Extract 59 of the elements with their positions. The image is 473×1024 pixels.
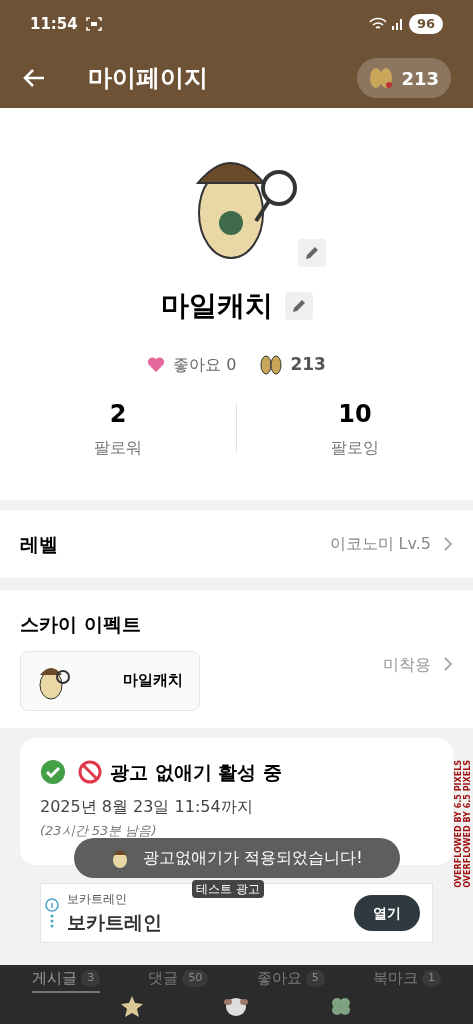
tab-label: 북마크 — [372, 968, 418, 990]
puppy-icon[interactable] — [223, 995, 250, 1017]
tab-label: 게시글 — [32, 968, 78, 990]
ad-headline: 보카트레인 — [67, 909, 162, 935]
peanut-icon — [369, 67, 394, 89]
stat-label[interactable]: 팔로잉 — [331, 435, 379, 460]
chevron-right-icon — [443, 536, 453, 552]
tab[interactable]: 좋아요 5 — [256, 967, 325, 993]
check-circle-icon — [40, 759, 66, 786]
screenshot-icon — [85, 17, 102, 31]
points-count: 213 — [290, 353, 326, 376]
debug-overflow-label: OVERFLOWED BY 6.5 PIXELS — [453, 760, 464, 888]
debug-overflow-label: OVERFLOWED BY 6.5 PIXELS — [463, 760, 473, 888]
stat-label[interactable]: 팔로워 — [94, 435, 142, 460]
tab-count: 5 — [305, 970, 325, 987]
status-time: 11:54 — [30, 13, 78, 35]
peanut-icon — [260, 354, 283, 375]
tab[interactable]: 게시글 3 — [32, 967, 101, 993]
ad-free-until: 2025년 8월 23일 11:54까지 — [40, 795, 254, 818]
info-icon — [45, 898, 59, 928]
wifi-icon — [368, 17, 387, 31]
level-label: 레벨 — [20, 531, 58, 557]
tab-count: 3 — [81, 970, 101, 987]
edit-avatar-button[interactable] — [297, 239, 326, 267]
battery-level: 96 — [408, 14, 443, 34]
level-row[interactable]: 레벨 이코노미 Lv.5 — [0, 510, 473, 578]
page-title: 마이페이지 — [88, 63, 208, 94]
edit-name-button[interactable] — [284, 292, 313, 320]
points-count: 213 — [401, 66, 439, 91]
tab-count: 1 — [421, 970, 441, 987]
prohibited-icon — [78, 760, 102, 785]
tab-count: 50 — [182, 970, 209, 987]
heart-icon — [147, 356, 166, 373]
signal-icon — [390, 17, 405, 31]
likes-count: 좋아요 0 — [173, 353, 237, 376]
ad-label: 테스트 광고 — [192, 880, 264, 898]
stat-value[interactable]: 2 — [109, 395, 127, 432]
pencil-icon — [304, 246, 319, 260]
ad-free-title: 광고 없애기 활성 중 — [110, 760, 282, 785]
ad-open-button[interactable]: 열기 — [354, 895, 420, 931]
tab[interactable]: 댓글 50 — [148, 967, 209, 993]
tab[interactable]: 북마크 1 — [372, 967, 441, 993]
effect-status: 미착용 — [383, 653, 431, 676]
tab-label: 좋아요 — [256, 968, 302, 990]
star-icon[interactable] — [119, 995, 144, 1017]
level-value: 이코노미 Lv.5 — [329, 533, 431, 555]
stat-value[interactable]: 10 — [338, 395, 372, 432]
effect-card[interactable]: 마일캐치 — [20, 650, 200, 711]
ad-free-remaining: (23시간 53분 남음) — [40, 821, 158, 840]
pencil-icon — [291, 299, 306, 313]
section-title: 스카이 이펙트 — [20, 612, 142, 637]
toast-message: 광고없애기가 적용되었습니다! — [143, 847, 363, 869]
tab-label: 댓글 — [148, 968, 179, 990]
profile-name: 마일캐치 — [160, 288, 273, 324]
effect-name: 마일캐치 — [123, 670, 183, 692]
points-chip[interactable]: 213 — [357, 58, 451, 98]
ad-advertiser: 보카트레인 — [67, 890, 128, 908]
back-arrow-icon[interactable] — [22, 67, 46, 89]
chevron-right-icon — [443, 655, 453, 672]
